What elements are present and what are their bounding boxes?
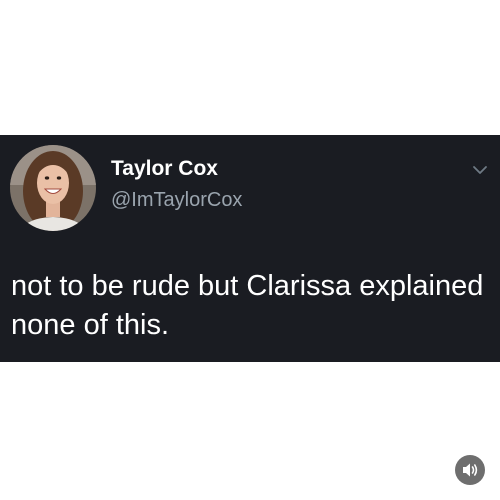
page: Taylor Cox @ImTaylorCox not to be rude b… xyxy=(0,0,500,500)
audio-toggle-button[interactable] xyxy=(455,455,485,485)
tweet-card: Taylor Cox @ImTaylorCox not to be rude b… xyxy=(0,135,500,362)
display-name[interactable]: Taylor Cox xyxy=(111,157,218,181)
chevron-down-icon[interactable] xyxy=(470,163,490,177)
tweet-text: not to be rude but Clarissa explained no… xyxy=(11,270,484,341)
user-handle[interactable]: @ImTaylorCox xyxy=(111,189,242,212)
speaker-icon xyxy=(463,463,478,477)
avatar[interactable] xyxy=(10,145,96,231)
avatar-image xyxy=(10,145,96,231)
